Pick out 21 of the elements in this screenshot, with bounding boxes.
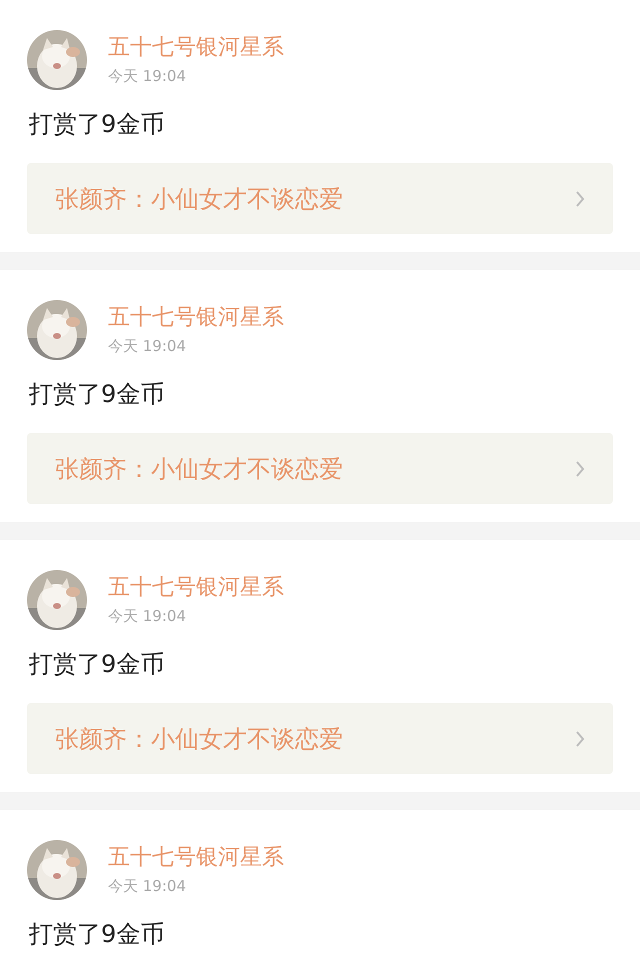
post-time: 今天 19:04: [108, 66, 187, 86]
linked-post-title: 张颜齐：小仙女才不谈恋爱: [55, 454, 343, 484]
linked-post-bar[interactable]: 张颜齐：小仙女才不谈恋爱: [27, 163, 613, 234]
post-time: 今天 19:04: [108, 876, 187, 896]
chevron-right-icon: [575, 460, 585, 478]
post-time: 今天 19:04: [108, 606, 187, 626]
post-text: 打赏了9金币: [29, 109, 166, 140]
linked-post-title: 张颜齐：小仙女才不谈恋爱: [55, 724, 343, 754]
post-text: 打赏了9金币: [29, 919, 166, 950]
post-text: 打赏了9金币: [29, 379, 166, 410]
chevron-right-icon: [575, 730, 585, 748]
linked-post-bar[interactable]: 张颜齐：小仙女才不谈恋爱: [27, 703, 613, 774]
user-name[interactable]: 五十七号银河星系: [108, 34, 284, 62]
linked-post-bar[interactable]: 张颜齐：小仙女才不谈恋爱: [27, 433, 613, 504]
user-name[interactable]: 五十七号银河星系: [108, 574, 284, 602]
chevron-right-icon: [575, 190, 585, 208]
post-text: 打赏了9金币: [29, 649, 166, 680]
linked-post-title: 张颜齐：小仙女才不谈恋爱: [55, 184, 343, 214]
post-time: 今天 19:04: [108, 336, 187, 356]
user-name[interactable]: 五十七号银河星系: [108, 844, 284, 872]
user-name[interactable]: 五十七号银河星系: [108, 304, 284, 332]
